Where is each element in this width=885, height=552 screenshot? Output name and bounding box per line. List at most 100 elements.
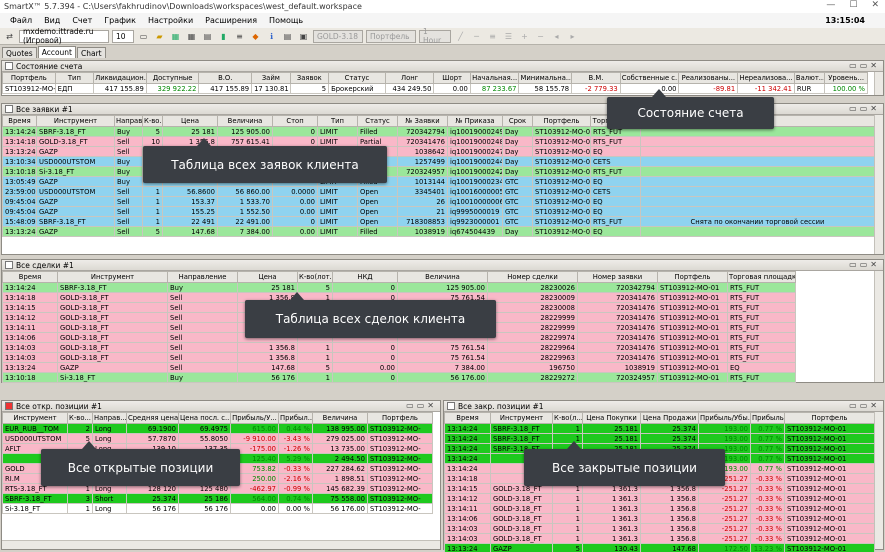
column-header[interactable]: Ликвидацион...	[93, 72, 147, 84]
column-header[interactable]: Стоп	[272, 115, 318, 127]
column-header[interactable]: В.М.	[571, 72, 621, 84]
vertical-scrollbar[interactable]	[874, 412, 883, 549]
column-header[interactable]: Лонг	[384, 72, 435, 84]
column-header[interactable]: Портфель	[2, 72, 56, 84]
menu-extensions[interactable]: Расширения	[199, 16, 263, 25]
list-icon[interactable]: ≡	[233, 30, 246, 43]
column-header[interactable]: Средняя цена	[126, 412, 179, 424]
column-header[interactable]: Величина	[397, 271, 488, 283]
server-count-select[interactable]: 10	[112, 29, 134, 43]
table-row[interactable]: 13:14:03 GOLD-3.18_FT Sell 1 356.8 1 0 75 761.…	[2, 352, 796, 363]
menu-account[interactable]: Счет	[66, 16, 98, 25]
grid-icon[interactable]: ▦	[185, 30, 198, 43]
column-header[interactable]: К-во(лот...	[297, 271, 333, 283]
interval-select[interactable]: 1 Hour	[419, 27, 451, 45]
column-header[interactable]: Валют...	[793, 72, 826, 84]
menu-settings[interactable]: Настройки	[142, 16, 199, 25]
column-header[interactable]: Тип	[317, 115, 358, 127]
horizontal-scrollbar[interactable]	[2, 540, 440, 549]
connect-icon[interactable]: ⇄	[3, 30, 16, 43]
report-icon[interactable]: ▤	[281, 30, 294, 43]
draw-fibo-icon[interactable]: ☰	[502, 30, 515, 43]
scroll-left-icon[interactable]: ◂	[550, 30, 563, 43]
panel-controls[interactable]: ▭▭✕	[406, 401, 437, 410]
column-header[interactable]: Время	[444, 412, 491, 424]
tab-chart[interactable]: Chart	[77, 47, 106, 58]
column-header[interactable]: К-во(л...	[552, 412, 583, 424]
menu-chart[interactable]: График	[98, 16, 142, 25]
column-header[interactable]: № Заявки	[397, 115, 448, 127]
draw-channel-icon[interactable]: ≡	[486, 30, 499, 43]
table-row[interactable]: 23:59:00 USD000UTSTOM Sell 1 56.8600 56 860.0…	[2, 186, 875, 197]
server-select[interactable]: mxdemo.ittrade.ru (Игровой)	[19, 27, 109, 45]
column-header[interactable]: Номер заявки	[577, 271, 658, 283]
column-header[interactable]: Прибыл...	[278, 412, 313, 424]
column-header[interactable]: Инструмент	[57, 271, 168, 283]
zoom-in-icon[interactable]: +	[518, 30, 531, 43]
menu-help[interactable]: Помощь	[263, 16, 309, 25]
table-row[interactable]: 13:05:49GAZPBuyLIMITFilled1013144iq10019…	[2, 176, 875, 187]
table-row[interactable]: 13:10:18Si-3.18_FTBuyLIMITFilled72032495…	[2, 166, 875, 177]
close-icon[interactable]: ✕	[871, 0, 879, 10]
column-header[interactable]: Время	[2, 115, 37, 127]
tab-account[interactable]: Account	[37, 46, 77, 58]
column-header[interactable]: Направ...	[114, 115, 143, 127]
column-header[interactable]: Нереализова...	[737, 72, 795, 84]
table-row[interactable]: 13:14:11 GOLD-3.18_FT 1 1 361.3 1 356.8 -251.…	[444, 503, 875, 514]
menu-file[interactable]: Файл	[4, 16, 38, 25]
column-header[interactable]: Портфель	[784, 412, 875, 424]
column-header[interactable]: Время	[2, 271, 58, 283]
column-header[interactable]: Цена Покупки	[582, 412, 641, 424]
column-header[interactable]: Минимальна...	[518, 72, 573, 84]
panel-controls[interactable]: ▭▭✕	[849, 61, 880, 70]
column-header[interactable]: Прибыль/У...	[230, 412, 279, 424]
column-header[interactable]: К-во...	[67, 412, 93, 424]
table-row[interactable]: 13:14:12 GOLD-3.18_FT 1 1 361.3 1 356.8 -251.…	[444, 493, 875, 504]
column-header[interactable]: Уровень...	[824, 72, 868, 84]
table-row[interactable]: 13:13:24 GAZP 5 130.43 147.68 172.50 13.23 % ST…	[444, 543, 875, 552]
zoom-out-icon[interactable]: −	[534, 30, 547, 43]
column-header[interactable]: Статус	[328, 72, 386, 84]
table-row[interactable]: ST103912-MO-...ЕДП417 155.89329 922.2241…	[2, 83, 868, 94]
column-header[interactable]: Инструмент	[490, 412, 553, 424]
panel-controls[interactable]: ▭▭✕	[849, 260, 880, 269]
column-header[interactable]: Портфель	[532, 115, 591, 127]
column-header[interactable]: К-во...	[142, 115, 163, 127]
column-header[interactable]: Величина	[217, 115, 273, 127]
column-header[interactable]: Срок	[502, 115, 533, 127]
info-icon[interactable]: ℹ	[265, 30, 278, 43]
column-header[interactable]: Цена	[237, 271, 298, 283]
panel-controls[interactable]: ▭▭✕	[849, 104, 880, 113]
open-folder-icon[interactable]: ▰	[153, 30, 166, 43]
table-row[interactable]: Si-3.18_FT 1 Long 56 176 56 176 0.00 0.00 % 56 …	[2, 503, 433, 514]
save-icon[interactable]: ▣	[297, 30, 310, 43]
column-header[interactable]: НКД	[332, 271, 398, 283]
column-header[interactable]: Портфель	[657, 271, 728, 283]
alert-icon[interactable]: ◆	[249, 30, 262, 43]
column-header[interactable]: Начальная...	[469, 72, 520, 84]
maximize-icon[interactable]: ☐	[849, 0, 857, 10]
bar-chart-icon[interactable]: ▮	[217, 30, 230, 43]
column-header[interactable]: Величина	[312, 412, 368, 424]
column-header[interactable]: Реализованы...	[678, 72, 739, 84]
column-header[interactable]: Займ	[251, 72, 291, 84]
panel-controls[interactable]: ▭▭✕	[849, 401, 880, 410]
table-row[interactable]: 09:45:04 GAZP Sell 1 153.37 1 533.70 0.00 LIMIT…	[2, 196, 875, 207]
table-row[interactable]: 13:14:06 GOLD-3.18_FT 1 1 361.3 1 356.8 -251.…	[444, 513, 875, 524]
column-header[interactable]: Направ...	[92, 412, 127, 424]
vertical-scrollbar[interactable]	[874, 115, 883, 254]
column-header[interactable]: Собственные с...	[619, 72, 680, 84]
column-header[interactable]: Направление	[167, 271, 238, 283]
column-header[interactable]: № Приказа	[447, 115, 503, 127]
minimize-icon[interactable]: —	[826, 0, 835, 10]
table-row[interactable]: 13:14:03 GOLD-3.18_FT 1 1 361.3 1 356.8 -251.…	[444, 533, 875, 544]
table-row[interactable]: 13:13:24 GAZP Sell 147.68 5 0.00 7 384.00 19675…	[2, 362, 796, 373]
column-header[interactable]: Заявок	[289, 72, 330, 84]
quotes-icon[interactable]: ▤	[201, 30, 214, 43]
table-row[interactable]: 09:45:04 GAZP Sell 1 155.25 1 552.50 0.00 LIMIT…	[2, 206, 875, 217]
table-row[interactable]: 13:10:34USD000UTSTOMBuyLIMITFilled125749…	[2, 156, 875, 167]
table-row[interactable]: 13:14:24SBRF-3.18_FT125.18125.374193.000…	[444, 423, 875, 434]
table-row[interactable]: 13:14:03 GOLD-3.18_FT Sell 1 356.8 1 0 75 761.…	[2, 342, 796, 353]
column-header[interactable]: Номер сделки	[487, 271, 578, 283]
table-row[interactable]: 13:13:24 GAZP Sell 5 147.68 7 384.00 0.00 LIMIT…	[2, 226, 875, 237]
